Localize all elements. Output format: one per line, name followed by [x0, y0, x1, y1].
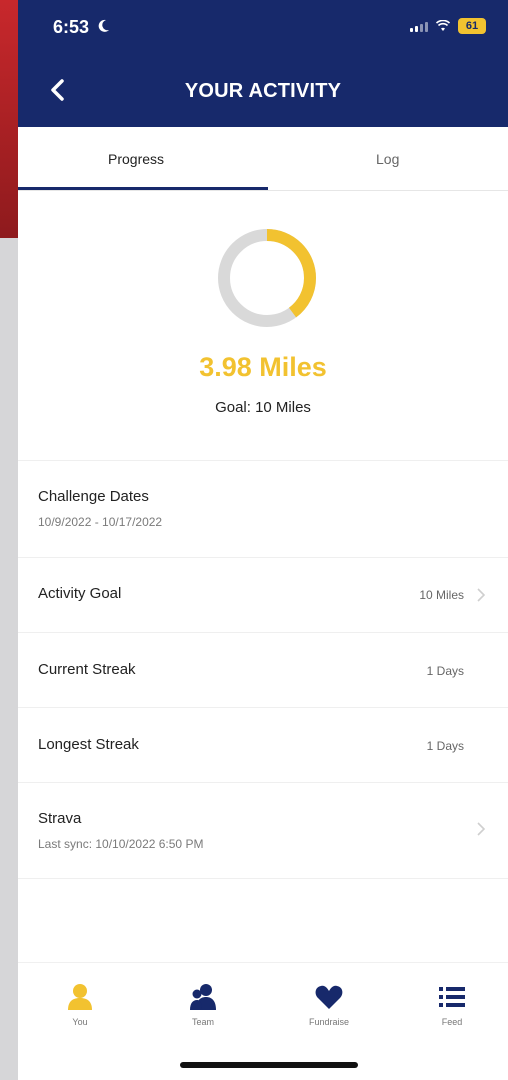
- tabbar-feed[interactable]: Feed: [412, 983, 492, 1027]
- wifi-icon: [436, 20, 450, 31]
- row-divider: [18, 878, 508, 879]
- chevron-right-icon: [477, 822, 486, 836]
- signal-icon: [410, 20, 428, 32]
- strava-label: Strava: [38, 810, 82, 827]
- status-time: 6:53: [53, 17, 110, 38]
- longest-streak-label: Longest Streak: [38, 736, 139, 753]
- row-current-streak: Current Streak 1 Days: [18, 632, 508, 707]
- challenge-dates-value: 10/9/2022 - 10/17/2022: [38, 515, 163, 529]
- tabs-divider: [18, 190, 508, 191]
- status-time-text: 6:53: [53, 17, 90, 37]
- tabbar-team-label: Team: [191, 1017, 214, 1027]
- current-streak-label: Current Streak: [38, 661, 136, 678]
- row-activity-goal[interactable]: Activity Goal 10 Miles: [18, 557, 508, 632]
- team-icon: [190, 984, 216, 1010]
- progress-ring: [218, 229, 316, 327]
- background-left-edge-lower: [0, 238, 18, 1080]
- background-left-edge: [0, 0, 18, 238]
- tabbar-you-label: You: [72, 1017, 88, 1027]
- list-icon: [439, 987, 465, 1007]
- row-challenge-dates: Challenge Dates 10/9/2022 - 10/17/2022: [18, 460, 508, 557]
- strava-last-sync: Last sync: 10/10/2022 6:50 PM: [38, 837, 204, 851]
- goal-text: Goal: 10 Miles: [215, 399, 311, 416]
- battery-icon: 61: [458, 18, 486, 34]
- tabbar-fundraise-label: Fundraise: [308, 1017, 350, 1027]
- tab-progress[interactable]: Progress: [108, 151, 164, 167]
- miles-total: 3.98 Miles: [199, 352, 327, 382]
- tab-log[interactable]: Log: [376, 151, 399, 167]
- activity-goal-label: Activity Goal: [38, 585, 122, 602]
- activity-details: Challenge Dates 10/9/2022 - 10/17/2022 A…: [18, 460, 508, 880]
- row-strava[interactable]: Strava Last sync: 10/10/2022 6:50 PM: [18, 782, 508, 878]
- tabbar-you[interactable]: You: [40, 983, 120, 1027]
- app-header: 6:53 61 YOUR ACTIVITY: [18, 0, 508, 127]
- segment-tabs: Progress Log: [18, 127, 508, 191]
- page-title: YOUR ACTIVITY: [184, 80, 342, 102]
- phone-screen: 6:53 61 YOUR ACTIVITY Progress Log 3.98 …: [18, 0, 508, 1080]
- tabbar-team[interactable]: Team: [163, 983, 243, 1027]
- moon-icon: [98, 17, 110, 38]
- challenge-dates-label: Challenge Dates: [38, 488, 149, 505]
- row-longest-streak: Longest Streak 1 Days: [18, 707, 508, 782]
- person-icon: [68, 984, 92, 1010]
- chevron-right-icon: [477, 588, 486, 602]
- longest-streak-value: 1 Days: [426, 739, 464, 753]
- home-indicator[interactable]: [180, 1062, 358, 1068]
- heart-icon: [315, 985, 343, 1009]
- status-indicators: 61: [410, 18, 486, 34]
- current-streak-value: 1 Days: [426, 664, 464, 678]
- activity-goal-value: 10 Miles: [419, 588, 464, 602]
- tabbar-fundraise[interactable]: Fundraise: [289, 983, 369, 1027]
- tabbar-feed-label: Feed: [441, 1017, 463, 1027]
